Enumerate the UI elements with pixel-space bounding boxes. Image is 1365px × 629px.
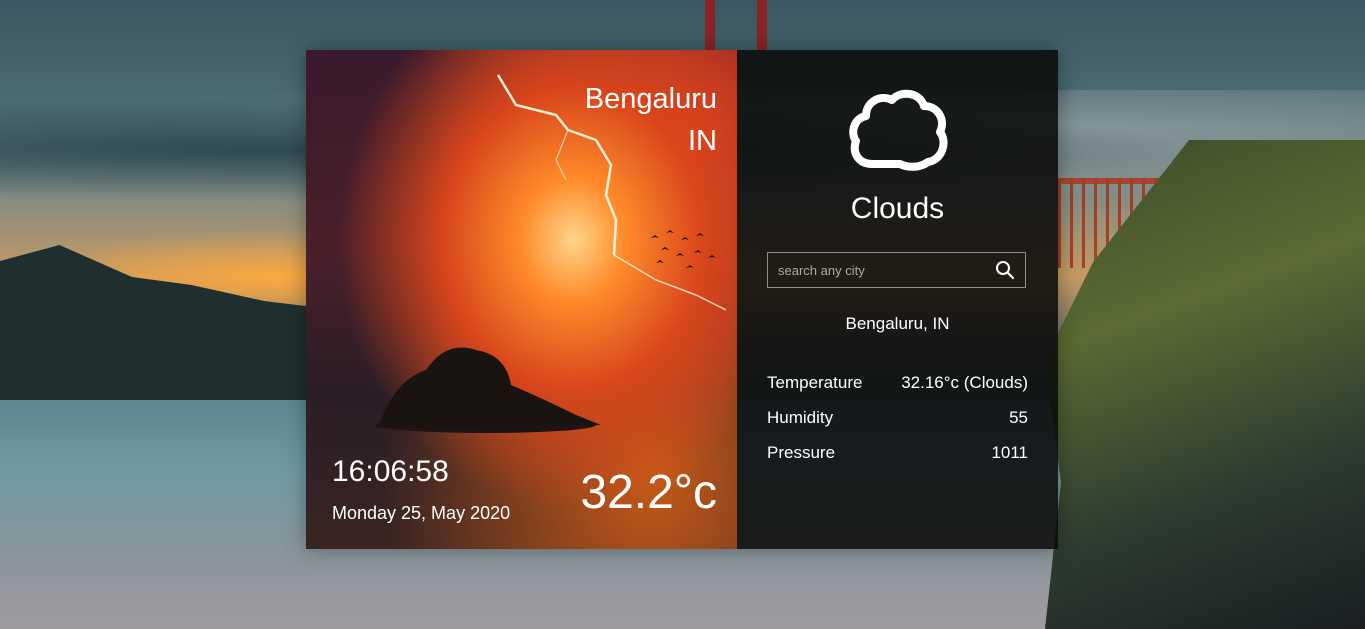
detail-label: Pressure bbox=[767, 443, 836, 462]
current-date: Monday 25, May 2020 bbox=[332, 503, 511, 523]
birds-decoration bbox=[651, 230, 716, 268]
city-panel: Bengaluru IN 16:06:58 Monday 25, May 202… bbox=[306, 50, 737, 549]
result-location: Bengaluru, IN bbox=[845, 314, 950, 333]
detail-row-pressure: Pressure 1011 bbox=[767, 442, 1028, 477]
background-bridge-tower bbox=[705, 0, 767, 50]
country-code: IN bbox=[688, 125, 717, 157]
detail-value: 1011 bbox=[991, 443, 1028, 462]
search-button[interactable] bbox=[985, 253, 1025, 287]
island-decoration bbox=[376, 347, 601, 433]
current-time: 16:06:58 bbox=[332, 455, 449, 488]
detail-row-temperature: Temperature 32.16°c (Clouds) bbox=[767, 372, 1028, 407]
current-temperature: 32.2°c bbox=[580, 466, 717, 519]
city-search-input[interactable] bbox=[768, 262, 985, 278]
weather-details: Temperature 32.16°c (Clouds) Humidity 55… bbox=[767, 372, 1028, 477]
detail-row-humidity: Humidity 55 bbox=[767, 407, 1028, 442]
detail-label: Temperature bbox=[767, 373, 863, 392]
weather-condition: Clouds bbox=[850, 192, 945, 225]
forecast-panel: Clouds Bengaluru, IN Temperature 32.16°c… bbox=[737, 50, 1058, 549]
weather-card: Bengaluru IN 16:06:58 Monday 25, May 202… bbox=[306, 50, 1058, 549]
detail-value: 32.16°c (Clouds) bbox=[901, 373, 1028, 392]
detail-label: Humidity bbox=[767, 408, 834, 427]
search-icon bbox=[996, 261, 1015, 280]
detail-value: 55 bbox=[1009, 408, 1028, 427]
city-search bbox=[767, 252, 1026, 288]
city-heading: Bengaluru IN bbox=[585, 78, 717, 162]
cloud-icon bbox=[849, 89, 948, 171]
city-name: Bengaluru bbox=[584, 83, 717, 115]
